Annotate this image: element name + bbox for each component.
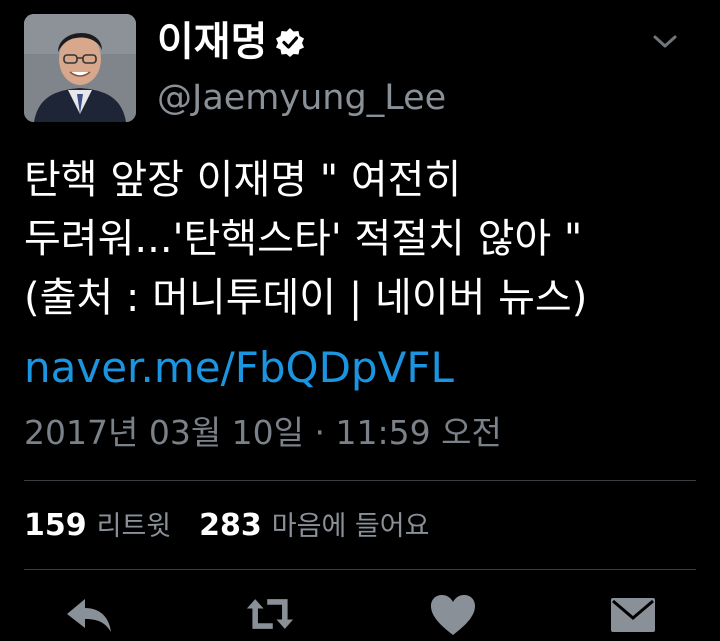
like-label[interactable]: 마음에 들어요 [272, 505, 430, 549]
user-handle[interactable]: @Jaemyung_Lee [157, 76, 446, 120]
divider [24, 569, 696, 570]
retweet-icon [246, 599, 294, 629]
heart-icon [431, 595, 475, 635]
avatar-photo [24, 14, 136, 122]
tweet-text: 탄핵 앞장 이재명 " 여전히 두려워...'탄핵스타' 적절치 않아 " (출… [24, 157, 588, 321]
retweet-button[interactable] [245, 594, 295, 641]
envelope-icon [611, 598, 655, 632]
retweet-count[interactable]: 159 [24, 504, 87, 548]
verified-badge-icon [276, 28, 305, 57]
direct-message-button[interactable] [608, 594, 658, 641]
retweet-label[interactable]: 리트윗 [97, 505, 172, 549]
chevron-down-icon[interactable] [652, 33, 678, 51]
reply-icon [67, 599, 111, 632]
name-row[interactable]: 이재명 [157, 18, 305, 66]
action-bar [0, 594, 720, 641]
tweet-stats: 159 리트윗 283 마음에 들어요 [24, 504, 457, 549]
display-name[interactable]: 이재명 [157, 18, 267, 66]
tweet-timestamp: 2017년 03월 10일 · 11:59 오전 [24, 413, 502, 452]
tweet-link[interactable]: naver.me/FbQDpVFL [24, 340, 454, 396]
reply-button[interactable] [64, 594, 114, 641]
divider [24, 480, 696, 481]
like-button[interactable] [428, 594, 478, 641]
like-count[interactable]: 283 [199, 504, 262, 548]
avatar[interactable] [24, 14, 136, 122]
